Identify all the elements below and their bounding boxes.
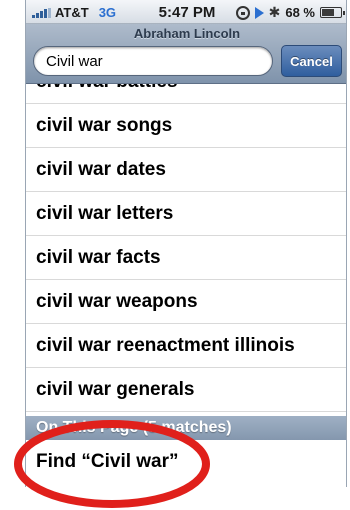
list-item[interactable]: civil war battles xyxy=(26,84,346,104)
phone-screen: AT&T 3G 5:47 PM ✱ 68 % Abraham Lincoln C… xyxy=(25,0,347,487)
orientation-lock-icon xyxy=(235,5,250,20)
page-title: Abraham Lincoln xyxy=(133,26,241,41)
battery-icon xyxy=(320,7,345,18)
battery-percent: 68 % xyxy=(285,5,315,20)
suggestion-list: civil war battles civil war songs civil … xyxy=(26,84,346,416)
play-icon xyxy=(254,6,264,19)
bluetooth-icon: ✱ xyxy=(268,4,281,20)
search-header: Abraham Lincoln Cancel xyxy=(26,24,346,84)
search-field[interactable] xyxy=(33,46,273,76)
search-input[interactable] xyxy=(34,47,272,75)
battery-fill xyxy=(322,9,335,16)
list-item[interactable]: civil war songs xyxy=(26,104,346,148)
list-item[interactable]: civil war reenactment illinois xyxy=(26,324,346,368)
section-header: On This Page (5 matches) xyxy=(26,416,346,440)
list-item[interactable]: civil war dates xyxy=(26,148,346,192)
list-item[interactable]: civil war weapons xyxy=(26,280,346,324)
find-on-page-button[interactable]: Find “Civil war” xyxy=(26,440,346,484)
list-item[interactable]: civil war letters xyxy=(26,192,346,236)
status-bar: AT&T 3G 5:47 PM ✱ 68 % xyxy=(26,0,346,24)
list-item[interactable]: civil war facts xyxy=(26,236,346,280)
status-right: ✱ 68 % xyxy=(235,4,345,21)
cancel-button[interactable]: Cancel xyxy=(281,45,342,77)
list-item[interactable]: civil war generals xyxy=(26,368,346,412)
